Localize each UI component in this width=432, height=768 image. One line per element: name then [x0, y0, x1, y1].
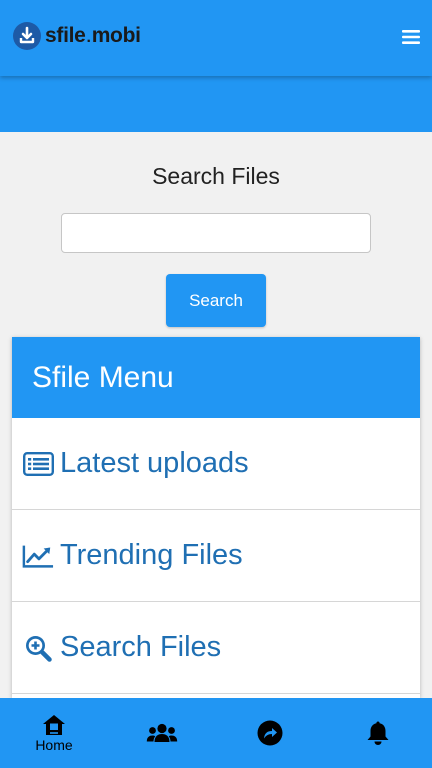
list-icon [22, 448, 54, 480]
sfile-menu-card: Sfile Menu Latest uploads Trending Files [12, 337, 420, 698]
menu-card-title: Sfile Menu [32, 360, 174, 394]
share-arrow-icon [257, 720, 283, 746]
nav-item-home[interactable]: Home [0, 698, 108, 768]
menu-button[interactable] [400, 26, 422, 48]
logo-name: sfile [45, 24, 86, 47]
logo[interactable]: sfile. mobi [12, 21, 141, 51]
header-banner [0, 76, 432, 132]
menu-item-search-files[interactable]: Search Files [12, 602, 420, 694]
trending-chart-icon [22, 540, 54, 572]
home-icon [43, 714, 65, 735]
bottom-navigation: Home [0, 698, 432, 768]
nav-item-users[interactable] [108, 698, 216, 768]
logo-suffix: mobi [91, 24, 141, 47]
users-icon [146, 723, 178, 742]
bell-icon [367, 721, 389, 745]
menu-item-trending-files[interactable]: Trending Files [12, 510, 420, 602]
download-logo-icon [13, 22, 41, 50]
search-input[interactable] [61, 213, 371, 253]
app-header: sfile. mobi [0, 0, 432, 76]
menu-item-label: Search Files [60, 631, 222, 663]
nav-item-notifications[interactable] [324, 698, 432, 768]
menu-card-header: Sfile Menu [12, 337, 420, 418]
logo-dot: . [86, 29, 91, 46]
logo-text: sfile. mobi [45, 24, 141, 48]
search-title: Search Files [152, 163, 280, 189]
nav-label-home: Home [35, 736, 73, 753]
hamburger-icon [402, 30, 420, 44]
search-button[interactable]: Search [166, 274, 266, 327]
menu-item-label: Trending Files [60, 539, 243, 571]
nav-item-share[interactable] [216, 698, 324, 768]
search-plus-icon [22, 632, 54, 664]
menu-item-latest-uploads[interactable]: Latest uploads [12, 418, 420, 510]
menu-item-label: Latest uploads [60, 447, 249, 479]
